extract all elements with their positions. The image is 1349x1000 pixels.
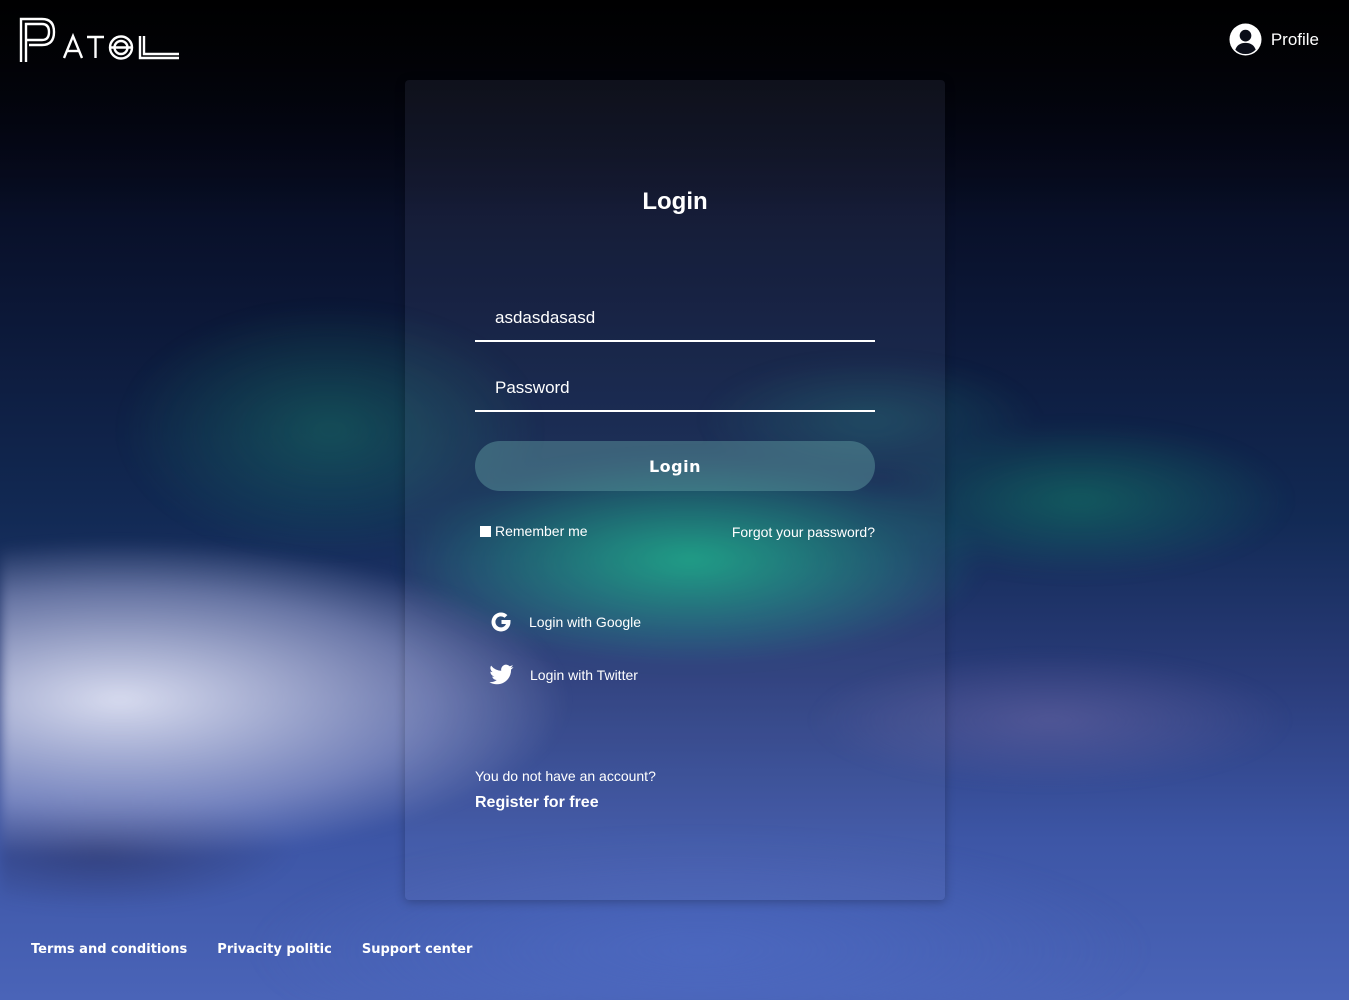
user-circle-icon — [1229, 23, 1262, 56]
remember-me-label: Remember me — [495, 523, 588, 539]
no-account-text: You do not have an account? — [475, 768, 656, 784]
login-twitter-button[interactable]: Login with Twitter — [489, 664, 638, 686]
password-input[interactable] — [475, 366, 875, 410]
remember-me-checkbox[interactable]: Remember me — [480, 523, 588, 539]
patol-logo[interactable] — [18, 16, 183, 64]
login-twitter-label: Login with Twitter — [530, 667, 638, 683]
profile-label: Profile — [1270, 29, 1319, 49]
login-title: Login — [642, 188, 708, 215]
checkbox-box[interactable] — [480, 525, 491, 537]
login-google-label: Login with Google — [529, 614, 642, 630]
footer-link-privacy[interactable]: Privacity politic — [217, 942, 332, 957]
username-field — [475, 296, 875, 342]
register-link[interactable]: Register for free — [475, 794, 599, 812]
twitter-icon — [489, 664, 514, 685]
top-bar: Profile — [0, 0, 1349, 80]
login-card: Login Login Remember me Forgot your pass… — [405, 80, 945, 900]
footer-links: Terms and conditions Privacity politic S… — [31, 942, 472, 957]
login-google-button[interactable]: Login with Google — [489, 610, 641, 634]
password-field — [475, 366, 875, 412]
footer-link-terms[interactable]: Terms and conditions — [31, 942, 187, 957]
google-icon — [491, 612, 511, 632]
login-button[interactable]: Login — [475, 441, 875, 491]
forgot-password-link[interactable]: Forgot your password? — [732, 524, 875, 540]
footer-link-support[interactable]: Support center — [362, 942, 473, 957]
profile-link[interactable]: Profile — [1229, 23, 1319, 56]
username-input[interactable] — [475, 296, 875, 340]
